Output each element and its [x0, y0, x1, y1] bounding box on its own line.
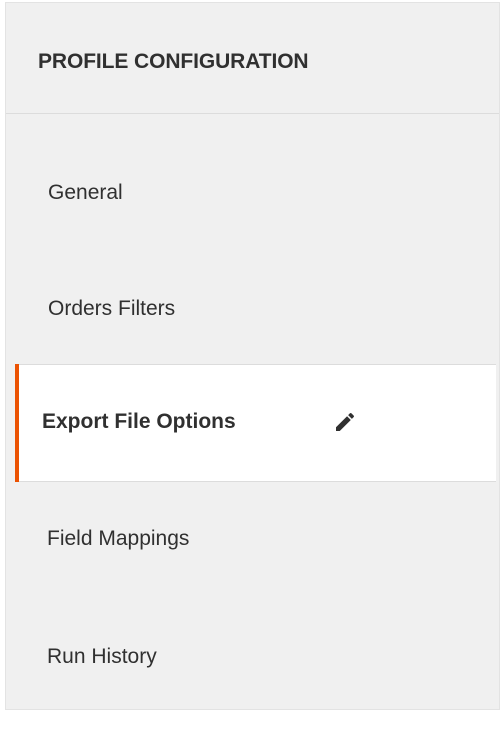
- active-indicator: [15, 364, 19, 482]
- nav-item-label: Export File Options: [42, 410, 236, 433]
- nav-item-label: General: [48, 181, 123, 204]
- pencil-icon[interactable]: [333, 410, 357, 434]
- nav-item-label: Orders Filters: [48, 297, 176, 320]
- nav-item-label: Run History: [47, 645, 157, 668]
- nav-item-general[interactable]: General: [6, 133, 499, 253]
- panel-title: PROFILE CONFIGURATION: [38, 50, 309, 73]
- nav-item-field-mappings[interactable]: Field Mappings: [5, 482, 500, 598]
- nav-item-orders-filters[interactable]: Orders Filters: [6, 248, 499, 366]
- panel-header: PROFILE CONFIGURATION: [6, 3, 499, 114]
- nav-item-export-file-options[interactable]: Export File Options: [15, 364, 496, 482]
- nav-item-label: Field Mappings: [47, 527, 190, 550]
- nav-item-run-history[interactable]: Run History: [5, 598, 500, 708]
